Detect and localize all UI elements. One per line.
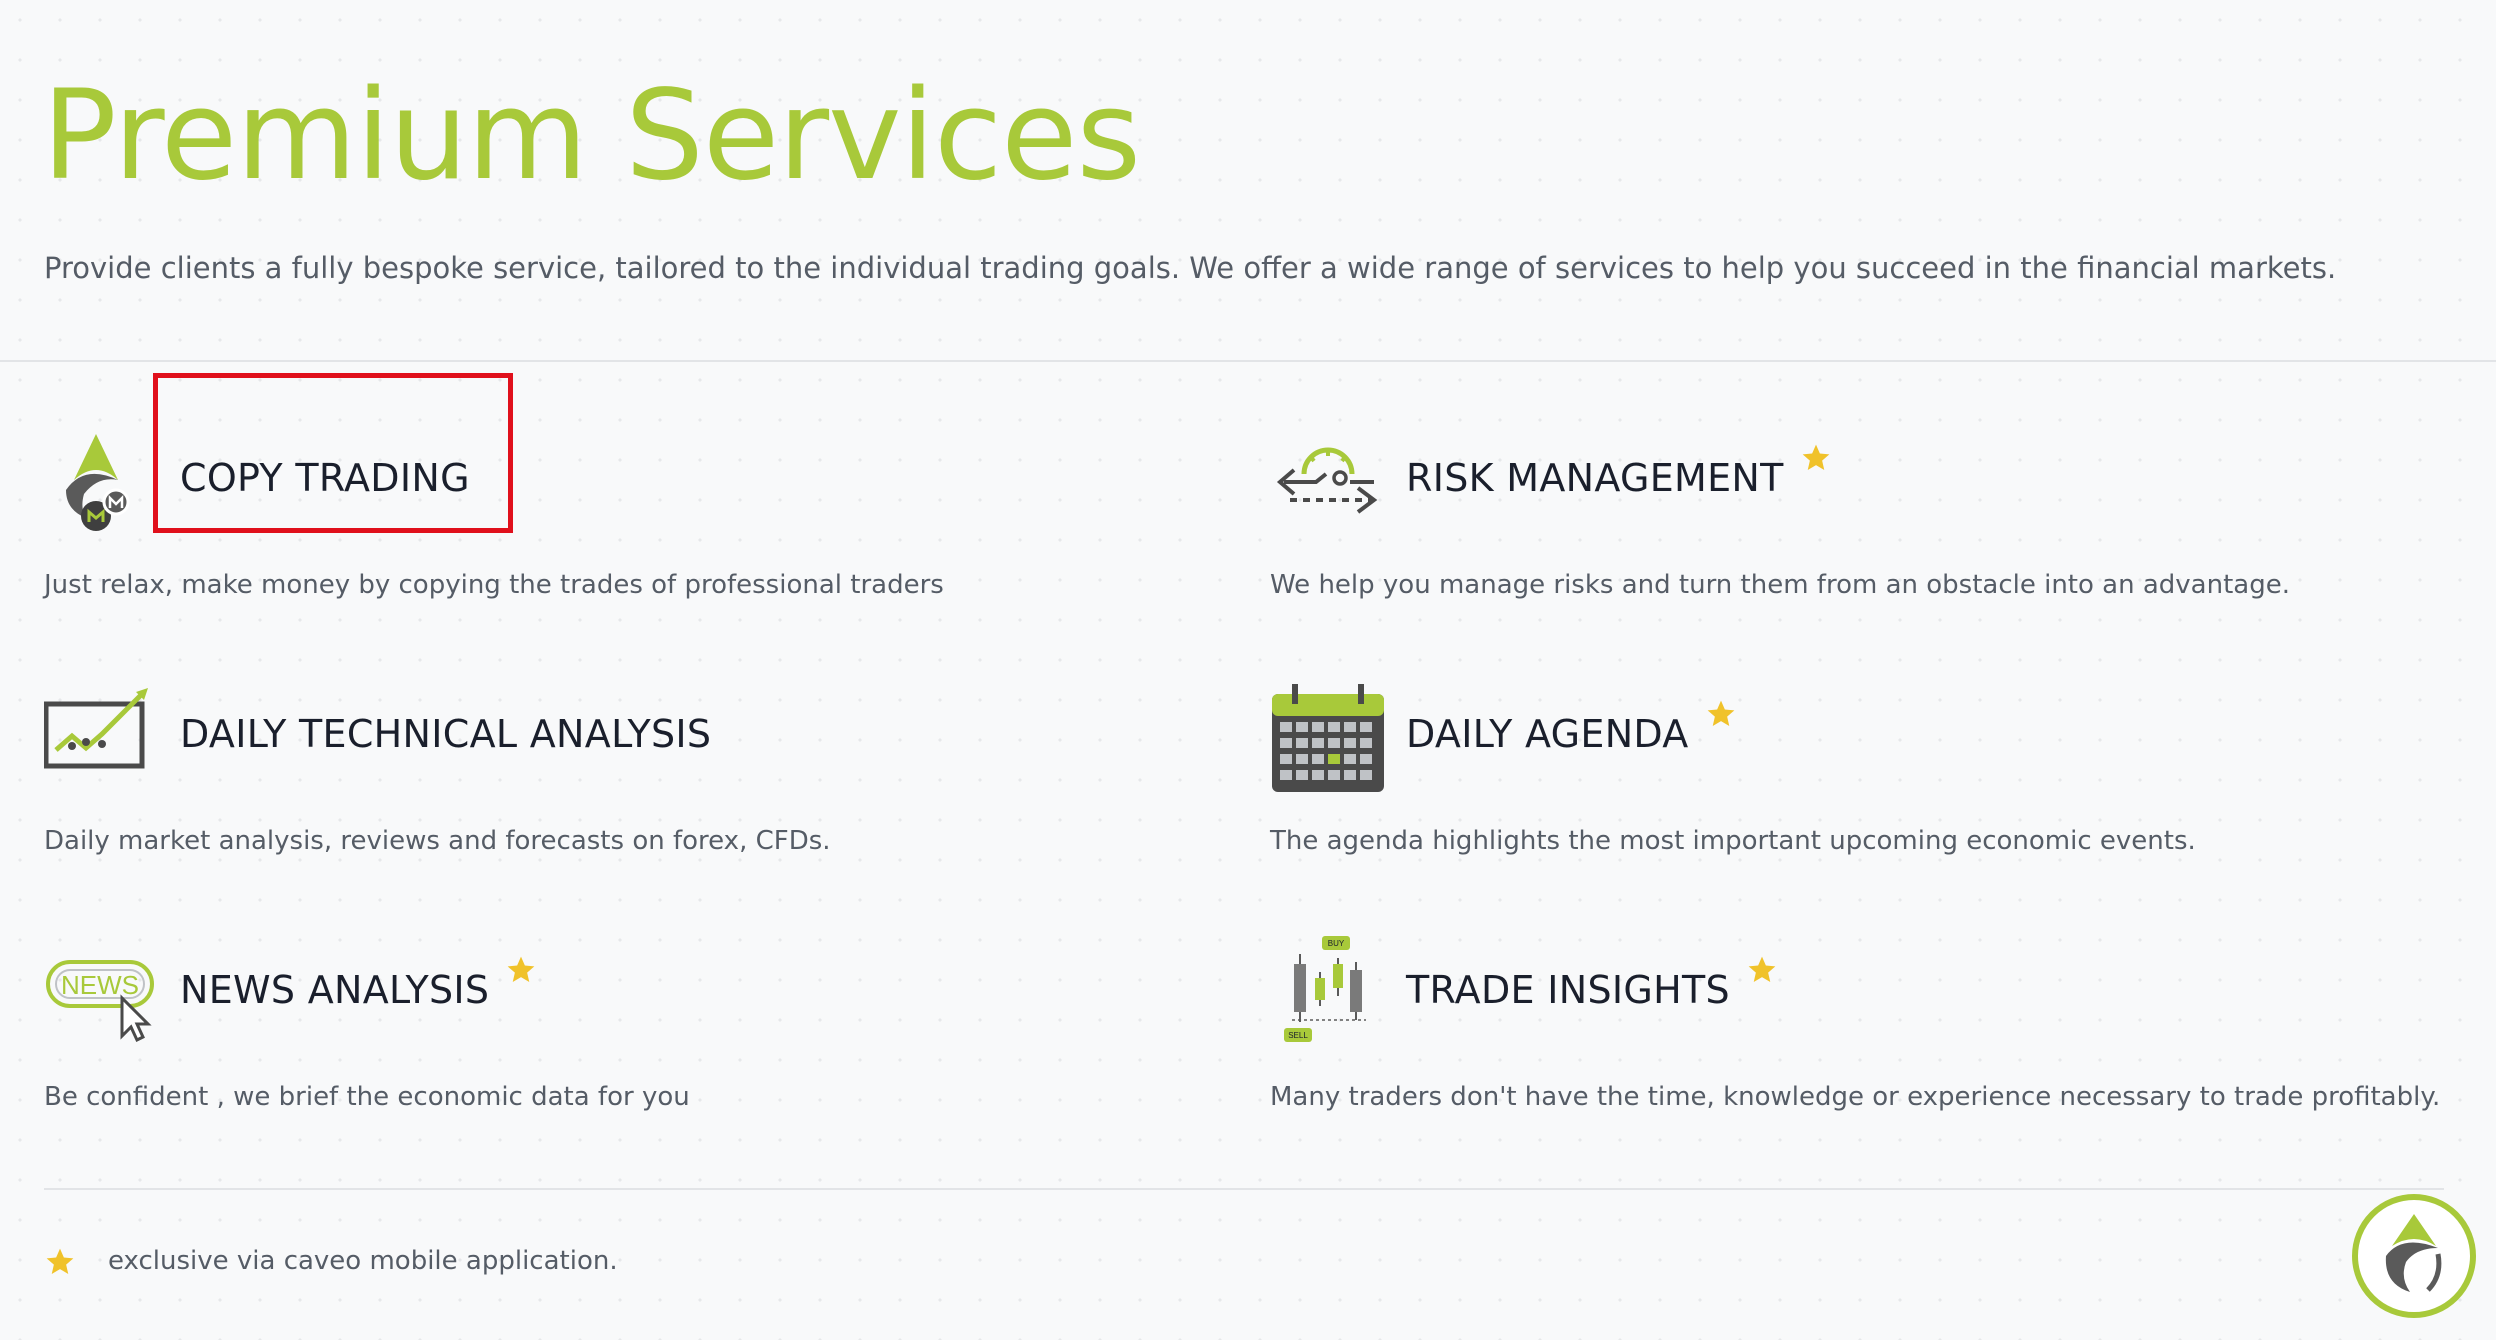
highlight-box [153,373,513,533]
exclusive-star-icon [1705,698,1737,730]
service-description: Just relax, make money by copying the tr… [44,570,944,600]
service-title: DAILY AGENDA [1406,700,1737,756]
legend-text: exclusive via caveo mobile application. [108,1246,618,1276]
bottom-divider [44,1188,2444,1190]
caveo-logo-button[interactable] [2352,1194,2476,1318]
service-description: Daily market analysis, reviews and forec… [44,826,831,856]
calendar-icon [1270,680,1386,796]
service-description: Many traders don't have the time, knowle… [1270,1082,2441,1112]
service-description: Be confident , we brief the economic dat… [44,1082,690,1112]
copy-trading-icon [44,424,160,540]
service-title: NEWS ANALYSIS [180,956,537,1012]
service-title: DAILY TECHNICAL ANALYSIS [180,712,712,756]
service-daily-technical-analysis[interactable]: DAILY TECHNICAL ANALYSIS Daily market an… [44,680,1224,900]
service-trade-insights[interactable]: BUY SELL TRADE INSIGHTS Many traders don… [1270,936,2450,1156]
page-title: Premium Services [42,64,1141,208]
star-icon [44,1246,76,1278]
service-description: The agenda highlights the most important… [1270,826,2196,856]
svg-text:BUY: BUY [1328,939,1345,948]
top-divider [0,360,2496,362]
caveo-logo-icon [2385,1214,2442,1292]
service-risk-management[interactable]: RISK MANAGEMENT We help you manage risks… [1270,424,2450,644]
exclusive-star-icon [505,954,537,986]
risk-gauge-icon [1270,424,1386,540]
news-icon: NEWS [44,936,160,1052]
exclusive-star-icon [1746,954,1778,986]
trend-chart-icon [44,680,160,796]
service-title: TRADE INSIGHTS [1406,956,1778,1012]
service-description: We help you manage risks and turn them f… [1270,570,2290,600]
svg-text:SELL: SELL [1288,1031,1308,1040]
service-news-analysis[interactable]: NEWS NEWS ANALYSIS Be confident , we bri… [44,936,1224,1156]
candlestick-icon: BUY SELL [1270,936,1386,1052]
page-intro: Provide clients a fully bespoke service,… [44,251,2337,285]
exclusive-star-icon [1800,442,1832,474]
service-daily-agenda[interactable]: DAILY AGENDA The agenda highlights the m… [1270,680,2450,900]
service-title: RISK MANAGEMENT [1406,444,1832,500]
svg-text:NEWS: NEWS [61,970,139,1000]
